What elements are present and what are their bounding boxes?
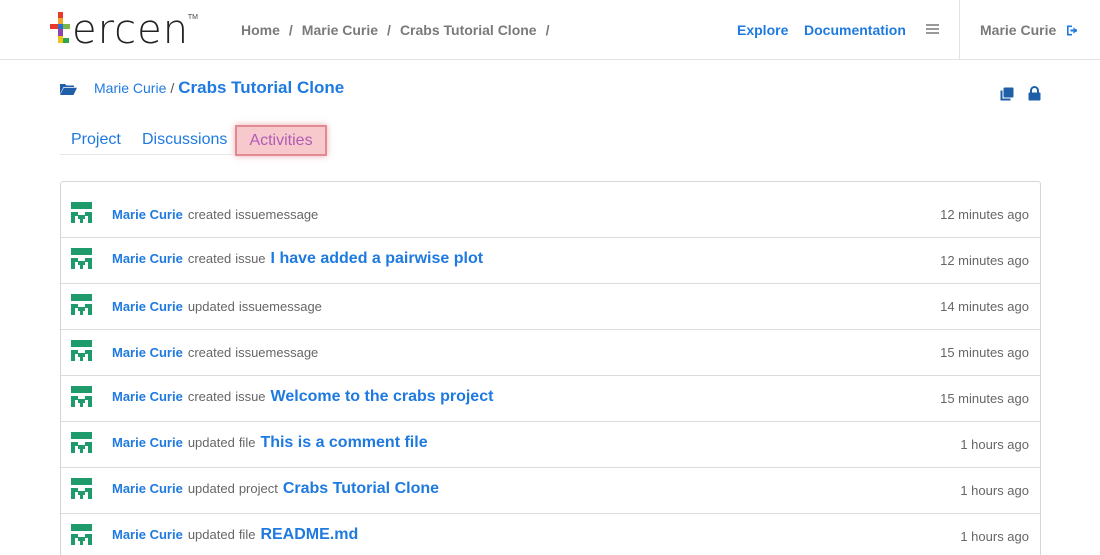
lock-icon[interactable] [1028,86,1041,106]
activity-actor-link[interactable]: Marie Curie [112,299,183,314]
documentation-link[interactable]: Documentation [804,22,906,38]
activity-target-link[interactable]: Welcome to the crabs project [271,388,494,406]
activity-verb: created [187,389,232,404]
project-path-separator: / [170,80,175,96]
activity-row: Marie Curie updated issuemessage 14 minutes… [61,284,1040,330]
folder-icon [60,82,77,100]
activity-target-link[interactable]: I have added a pairwise plot [271,250,484,268]
project-path: Marie Curie / Crabs Tutorial Clone [94,78,344,98]
user-menu[interactable]: Marie Curie [980,22,1056,38]
activity-content: Marie Curie created issue Welcome to the cr… [112,388,493,406]
avatar-icon[interactable] [71,386,92,407]
logo-text: ercen [72,7,190,53]
activity-object-type: issuemessage [235,207,319,222]
explore-link[interactable]: Explore [737,22,788,38]
activity-content: Marie Curie created issuemessage [112,207,318,222]
avatar-icon[interactable] [71,248,92,269]
activity-verb: updated [187,481,235,496]
activity-verb: updated [187,435,235,450]
breadcrumb-user[interactable]: Marie Curie [302,22,378,38]
activity-timestamp: 1 hours ago [960,437,1029,452]
nav-divider [959,0,960,60]
activity-timestamp: 15 minutes ago [940,391,1029,406]
activity-row: Marie Curie updated file README.md 1 hours a… [61,514,1040,555]
activity-target-link[interactable]: This is a comment file [260,434,427,452]
menu-icon[interactable] [926,24,939,36]
breadcrumb-home[interactable]: Home [241,22,280,38]
activity-content: Marie Curie updated issuemessage [112,299,322,314]
activity-row: Marie Curie updated file This is a comment … [61,422,1040,468]
activity-content: Marie Curie created issue I have added a pa… [112,250,483,268]
activity-row: Marie Curie created issuemessage 15 minutes… [61,330,1040,376]
activity-timestamp: 1 hours ago [960,483,1029,498]
avatar-icon[interactable] [71,340,92,361]
activity-object-type: issue [235,251,266,266]
avatar-icon[interactable] [71,202,92,223]
activity-object-type: issue [235,389,266,404]
tab-activities-label: Activities [249,131,313,149]
activity-timestamp: 15 minutes ago [940,345,1029,360]
breadcrumb-project[interactable]: Crabs Tutorial Clone [400,22,537,38]
activity-timestamp: 1 hours ago [960,529,1029,544]
tab-discussions[interactable]: Discussions [142,131,227,149]
activity-actor-link[interactable]: Marie Curie [112,435,183,450]
tab-project[interactable]: Project [71,131,121,149]
copy-icon[interactable] [1000,87,1014,106]
activity-object-type: issuemessage [238,299,322,314]
activity-object-type: file [238,527,256,542]
sign-out-icon[interactable] [1066,24,1081,42]
avatar-icon[interactable] [71,294,92,315]
breadcrumb-separator: / [387,22,391,38]
logo-trademark: TM [187,14,198,21]
project-owner-link[interactable]: Marie Curie [94,80,166,96]
activity-verb: updated [187,299,235,314]
activity-list: Marie Curie created issuemessage 12 minutes… [60,181,1041,555]
activity-actor-link[interactable]: Marie Curie [112,207,183,222]
avatar-icon[interactable] [71,524,92,545]
activity-actor-link[interactable]: Marie Curie [112,481,183,496]
top-navbar: ercen TM Home / Marie Curie / Crabs Tuto… [0,0,1100,60]
logo-mark-icon [50,10,70,50]
activity-verb: updated [187,527,235,542]
activity-object-type: file [238,435,256,450]
activity-timestamp: 14 minutes ago [940,299,1029,314]
breadcrumb-separator: / [545,22,550,38]
breadcrumb: Home / Marie Curie / Crabs Tutorial Clon… [241,22,558,38]
activity-object-type: project [238,481,278,496]
activity-actor-link[interactable]: Marie Curie [112,251,183,266]
breadcrumb-separator: / [288,22,293,38]
activity-row: Marie Curie created issue Welcome to the cr… [61,376,1040,422]
activity-verb: created [187,207,232,222]
activity-content: Marie Curie updated file README.md [112,526,358,544]
activity-actor-link[interactable]: Marie Curie [112,389,183,404]
activity-verb: created [187,345,232,360]
tab-activities[interactable]: Activities [235,125,327,156]
tab-underline [60,154,235,155]
activity-content: Marie Curie created issuemessage [112,345,318,360]
avatar-icon[interactable] [71,478,92,499]
activity-target-link[interactable]: Crabs Tutorial Clone [283,480,439,498]
activity-timestamp: 12 minutes ago [940,207,1029,222]
activity-verb: created [187,251,232,266]
tercen-logo[interactable]: ercen TM [50,6,200,54]
project-title[interactable]: Crabs Tutorial Clone [178,78,344,98]
avatar-icon[interactable] [71,432,92,453]
activity-target-link[interactable]: README.md [260,526,358,544]
activity-row: Marie Curie created issue I have added a pa… [61,238,1040,284]
activity-timestamp: 12 minutes ago [940,253,1029,268]
activity-content: Marie Curie updated file This is a comment … [112,434,428,452]
activity-actor-link[interactable]: Marie Curie [112,345,183,360]
activity-row: Marie Curie updated project Crabs Tutorial … [61,468,1040,514]
activity-actor-link[interactable]: Marie Curie [112,527,183,542]
activity-object-type: issuemessage [235,345,319,360]
activity-content: Marie Curie updated project Crabs Tutorial … [112,480,439,498]
activity-row: Marie Curie created issuemessage 12 minutes… [61,182,1040,238]
